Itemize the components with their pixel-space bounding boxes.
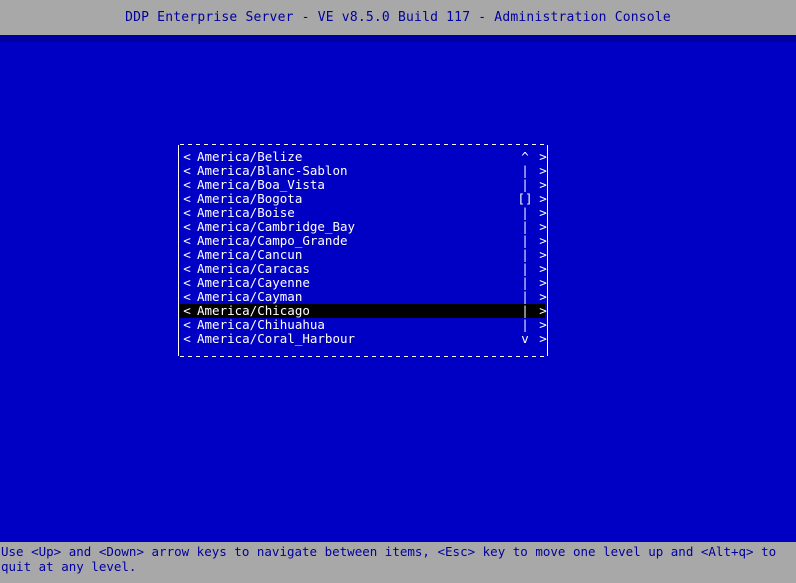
scrollbar-cell[interactable]: | xyxy=(516,206,534,220)
list-item-label: America/Bogota xyxy=(197,191,303,206)
left-arrow-icon[interactable]: < xyxy=(182,150,192,164)
list-item[interactable]: < America/Boa_Vista | > xyxy=(180,177,548,192)
right-arrow-icon[interactable]: > xyxy=(538,248,548,262)
right-arrow-icon[interactable]: > xyxy=(538,192,548,206)
list-item[interactable]: < America/Bogota [] > xyxy=(180,191,548,206)
scrollbar-cell[interactable]: | xyxy=(516,276,534,290)
list-item-label: America/Boise xyxy=(197,205,295,220)
left-arrow-icon[interactable]: < xyxy=(182,262,192,276)
list-item-label: America/Chicago xyxy=(197,303,310,318)
list-item-label: America/Caracas xyxy=(197,261,310,276)
left-arrow-icon[interactable]: < xyxy=(182,248,192,262)
right-arrow-icon[interactable]: > xyxy=(538,234,548,248)
left-arrow-icon[interactable]: < xyxy=(182,234,192,248)
list-item-label: America/Cambridge_Bay xyxy=(197,219,356,234)
list-item[interactable]: < America/Campo_Grande | > xyxy=(180,233,548,248)
right-arrow-icon[interactable]: > xyxy=(538,178,548,192)
scrollbar-cell[interactable]: | xyxy=(516,318,534,332)
left-arrow-icon[interactable]: < xyxy=(182,318,192,332)
right-arrow-icon[interactable]: > xyxy=(538,164,548,178)
list-item[interactable]: < America/Blanc-Sablon | > xyxy=(180,163,548,178)
list-item[interactable]: < America/Caracas | > xyxy=(180,261,548,276)
right-arrow-icon[interactable]: > xyxy=(538,304,548,318)
list-item-label: America/Belize xyxy=(197,149,303,164)
list-item-label: America/Boa_Vista xyxy=(197,177,325,192)
listbox-border-bottom xyxy=(180,356,546,357)
scrollbar-cell[interactable]: | xyxy=(516,304,534,318)
scrollbar-cell[interactable]: | xyxy=(516,234,534,248)
list-item[interactable]: < America/Cancun | > xyxy=(180,247,548,262)
list-item-label: America/Blanc-Sablon xyxy=(197,163,348,178)
list-item[interactable]: < America/Coral_Harbour v > xyxy=(180,331,548,346)
right-arrow-icon[interactable]: > xyxy=(538,332,548,346)
listbox-border-left xyxy=(178,145,179,356)
scrollbar-cell[interactable]: | xyxy=(516,248,534,262)
title-bar: DDP Enterprise Server - VE v8.5.0 Build … xyxy=(0,0,796,35)
right-arrow-icon[interactable]: > xyxy=(538,150,548,164)
scrollbar-cell[interactable]: | xyxy=(516,262,534,276)
left-arrow-icon[interactable]: < xyxy=(182,276,192,290)
right-arrow-icon[interactable]: > xyxy=(538,290,548,304)
right-arrow-icon[interactable]: > xyxy=(538,318,548,332)
left-arrow-icon[interactable]: < xyxy=(182,178,192,192)
scrollbar-cell[interactable]: ^ xyxy=(516,150,534,164)
scrollbar-cell[interactable]: | xyxy=(516,290,534,304)
list-item-label: America/Chihuahua xyxy=(197,317,325,332)
scrollbar-cell[interactable]: v xyxy=(516,332,534,346)
scrollbar-cell[interactable]: | xyxy=(516,178,534,192)
list-item-label: America/Campo_Grande xyxy=(197,233,348,248)
list-item[interactable]: < America/Belize ^ > xyxy=(180,149,548,164)
list-item[interactable]: < America/Cambridge_Bay | > xyxy=(180,219,548,234)
window-title: DDP Enterprise Server - VE v8.5.0 Build … xyxy=(125,10,671,25)
left-arrow-icon[interactable]: < xyxy=(182,332,192,346)
left-arrow-icon[interactable]: < xyxy=(182,220,192,234)
list-item[interactable]: < America/Cayenne | > xyxy=(180,275,548,290)
right-arrow-icon[interactable]: > xyxy=(538,206,548,220)
left-arrow-icon[interactable]: < xyxy=(182,290,192,304)
list-item-label: America/Coral_Harbour xyxy=(197,331,356,346)
listbox-border-top xyxy=(180,144,546,145)
left-arrow-icon[interactable]: < xyxy=(182,192,192,206)
left-arrow-icon[interactable]: < xyxy=(182,304,192,318)
list-item-label: America/Cayman xyxy=(197,289,303,304)
status-bar-help-text: Use <Up> and <Down> arrow keys to naviga… xyxy=(1,544,777,574)
list-item[interactable]: < America/Boise | > xyxy=(180,205,548,220)
list-item[interactable]: < America/Cayman | > xyxy=(180,289,548,304)
left-arrow-icon[interactable]: < xyxy=(182,206,192,220)
list-item-label: America/Cancun xyxy=(197,247,303,262)
terminal-desktop: < America/Belize ^ > < America/Blanc-Sablon | >… xyxy=(0,35,796,542)
desktop-top-band xyxy=(0,35,796,42)
scrollbar-cell[interactable]: | xyxy=(516,164,534,178)
list-rows-container: < America/Belize ^ > < America/Blanc-Sablon | >… xyxy=(180,149,548,350)
list-item[interactable]: < America/Chihuahua | > xyxy=(180,317,548,332)
right-arrow-icon[interactable]: > xyxy=(538,276,548,290)
scrollbar-cell[interactable]: | xyxy=(516,220,534,234)
right-arrow-icon[interactable]: > xyxy=(538,220,548,234)
left-arrow-icon[interactable]: < xyxy=(182,164,192,178)
right-arrow-icon[interactable]: > xyxy=(538,262,548,276)
scrollbar-cell[interactable]: [] xyxy=(516,192,534,206)
list-item-label: America/Cayenne xyxy=(197,275,310,290)
timezone-selection-list[interactable]: < America/Belize ^ > < America/Blanc-Sablon | >… xyxy=(178,144,548,357)
status-bar: Use <Up> and <Down> arrow keys to naviga… xyxy=(0,542,796,583)
list-item[interactable]: < America/Chicago | > xyxy=(180,303,548,318)
